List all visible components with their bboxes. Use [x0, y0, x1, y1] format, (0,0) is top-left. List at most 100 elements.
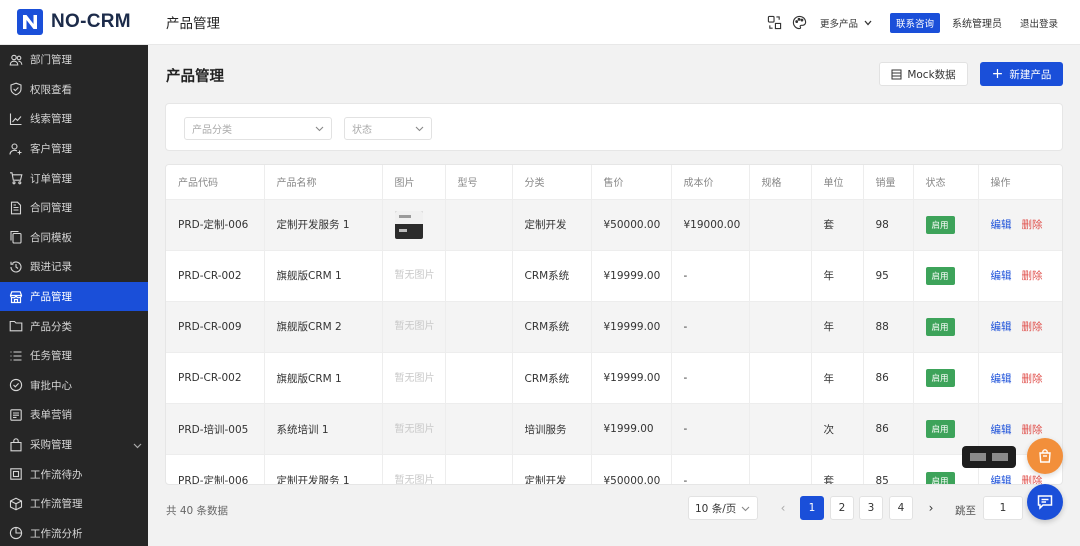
page-2-button[interactable]: 2	[830, 496, 854, 520]
product-price: ¥19999.00	[591, 352, 672, 405]
mock-data-button[interactable]: Mock数据	[879, 62, 968, 86]
status-badge: 启用	[925, 420, 955, 439]
sidebar-item-tasks[interactable]: 任务管理	[0, 341, 148, 371]
sidebar-item-contract-templates[interactable]: 合同模板	[0, 223, 148, 253]
translate-icon[interactable]	[767, 15, 783, 31]
product-category: CRM系统	[512, 352, 592, 405]
product-thumbnail[interactable]	[394, 210, 423, 239]
product-price: ¥50000.00	[591, 199, 672, 251]
sidebar-item-label: 工作流分析	[30, 527, 83, 540]
cube-icon	[9, 497, 23, 511]
delete-link[interactable]: 删除	[1022, 475, 1043, 484]
table-row[interactable]: PRD-定制-006 定制开发服务 1 暂无图片 定制开发 ¥50000.00 …	[166, 454, 1062, 484]
product-image[interactable]	[382, 199, 446, 251]
edit-link[interactable]: 编辑	[991, 424, 1012, 436]
column-header[interactable]: 成本价	[671, 165, 750, 200]
table-row[interactable]: PRD-培训-005 系统培训 1 暂无图片 培训服务 ¥1999.00 - 次…	[166, 403, 1062, 456]
palette-icon[interactable]	[792, 15, 808, 31]
page-size-select[interactable]: 10 条/页	[688, 496, 758, 520]
product-image: 暂无图片	[382, 352, 446, 405]
product-code: PRD-定制-006	[166, 199, 265, 251]
column-header[interactable]: 分类	[512, 165, 592, 200]
sidebar-item-orders[interactable]: 订单管理	[0, 163, 148, 193]
chevron-down-icon	[741, 506, 750, 512]
sidebar-item-contracts[interactable]: 合同管理	[0, 193, 148, 223]
logout-link[interactable]: 退出登录	[1020, 16, 1058, 30]
product-model	[445, 301, 513, 354]
column-header[interactable]: 型号	[445, 165, 513, 200]
status-badge: 启用	[925, 317, 955, 336]
user-name[interactable]: 系统管理员	[952, 15, 1002, 30]
category-placeholder: 产品分类	[192, 125, 232, 136]
sidebar-item-workflow-todo[interactable]: 工作流待办	[0, 459, 148, 489]
table-row[interactable]: PRD-CR-009 旗舰版CRM 2 暂无图片 CRM系统 ¥19999.00…	[166, 301, 1062, 354]
product-price: ¥1999.00	[591, 403, 672, 456]
brand[interactable]: NO-CRM	[0, 0, 148, 45]
column-header[interactable]: 产品名称	[264, 165, 383, 200]
edit-link[interactable]: 编辑	[991, 373, 1012, 385]
page-1-button[interactable]: 1	[800, 496, 824, 520]
chat-fab-button[interactable]	[1027, 484, 1063, 520]
column-header[interactable]: 单位	[811, 165, 864, 200]
sidebar-item-label: 采购管理	[30, 439, 72, 452]
page-4-button[interactable]: 4	[889, 496, 913, 520]
column-header[interactable]: 产品代码	[166, 165, 265, 200]
chevron-down-icon[interactable]	[133, 440, 142, 452]
edit-link[interactable]: 编辑	[991, 219, 1012, 231]
sidebar-item-label: 客户管理	[30, 143, 72, 156]
sidebar-item-leads[interactable]: 线索管理	[0, 104, 148, 134]
column-header[interactable]: 规格	[749, 165, 812, 200]
table-row[interactable]: PRD-CR-002 旗舰版CRM 1 暂无图片 CRM系统 ¥19999.00…	[166, 250, 1062, 302]
sidebar-item-permissions[interactable]: 权限查看	[0, 75, 148, 105]
sidebar-item-workflow-analysis[interactable]: 工作流分析	[0, 519, 148, 546]
sidebar-item-approvals[interactable]: 审批中心	[0, 371, 148, 401]
product-category: 定制开发	[512, 199, 592, 251]
page-size-value: 10 条/页	[695, 502, 737, 515]
category-select[interactable]: 产品分类	[184, 117, 332, 140]
page-title: 产品管理	[166, 69, 224, 85]
sidebar-item-workflow-management[interactable]: 工作流管理	[0, 489, 148, 519]
page-3-button[interactable]: 3	[859, 496, 883, 520]
cart-fab-button[interactable]	[1027, 438, 1063, 474]
new-product-button[interactable]: + 新建产品	[980, 62, 1063, 86]
jump-page-input[interactable]: 1	[983, 496, 1023, 520]
delete-link[interactable]: 删除	[1022, 219, 1043, 231]
sidebar-item-form-marketing[interactable]: 表单营销	[0, 400, 148, 430]
next-page-icon[interactable]: ›	[919, 496, 943, 520]
delete-link[interactable]: 删除	[1022, 373, 1043, 385]
product-price: ¥50000.00	[591, 454, 672, 484]
sidebar-item-customers[interactable]: 客户管理	[0, 134, 148, 164]
edit-link[interactable]: 编辑	[991, 270, 1012, 282]
actions-cell: 编辑 删除	[978, 301, 1062, 354]
sidebar-item-products[interactable]: 产品管理	[0, 281, 148, 312]
edit-link[interactable]: 编辑	[991, 475, 1012, 484]
product-unit: 年	[811, 301, 864, 354]
prev-page-icon[interactable]: ‹	[771, 496, 795, 520]
column-header[interactable]: 售价	[591, 165, 672, 200]
sidebar-item-label: 权限查看	[30, 83, 72, 96]
delete-link[interactable]: 删除	[1022, 270, 1043, 282]
product-code: PRD-CR-002	[166, 352, 265, 405]
table-row[interactable]: PRD-定制-006 定制开发服务 1 定制开发 ¥50000.00 ¥1900…	[166, 199, 1062, 251]
more-products-menu[interactable]: 更多产品	[820, 16, 872, 30]
product-spec	[749, 250, 812, 302]
product-code: PRD-CR-002	[166, 250, 265, 302]
edit-link[interactable]: 编辑	[991, 321, 1012, 333]
sidebar-item-product-categories[interactable]: 产品分类	[0, 311, 148, 341]
product-code: PRD-定制-006	[166, 454, 265, 484]
sidebar-item-purchasing[interactable]: 采购管理	[0, 430, 148, 460]
sidebar-item-follow-ups[interactable]: 跟进记录	[0, 252, 148, 282]
contact-button[interactable]: 联系咨询	[889, 12, 940, 33]
delete-link[interactable]: 删除	[1022, 321, 1043, 333]
column-header[interactable]: 销量	[863, 165, 914, 200]
product-unit: 年	[811, 250, 864, 302]
column-header[interactable]: 状态	[913, 165, 979, 200]
sidebar-item-departments[interactable]: 部门管理	[0, 45, 148, 75]
status-select[interactable]: 状态	[344, 117, 432, 140]
shop-icon	[9, 290, 23, 304]
delete-link[interactable]: 删除	[1022, 424, 1043, 436]
table-row[interactable]: PRD-CR-002 旗舰版CRM 1 暂无图片 CRM系统 ¥19999.00…	[166, 352, 1062, 405]
sidebar-item-label: 跟进记录	[30, 261, 72, 274]
shopping-bag-icon	[1039, 449, 1051, 463]
column-header[interactable]: 图片	[382, 165, 446, 200]
